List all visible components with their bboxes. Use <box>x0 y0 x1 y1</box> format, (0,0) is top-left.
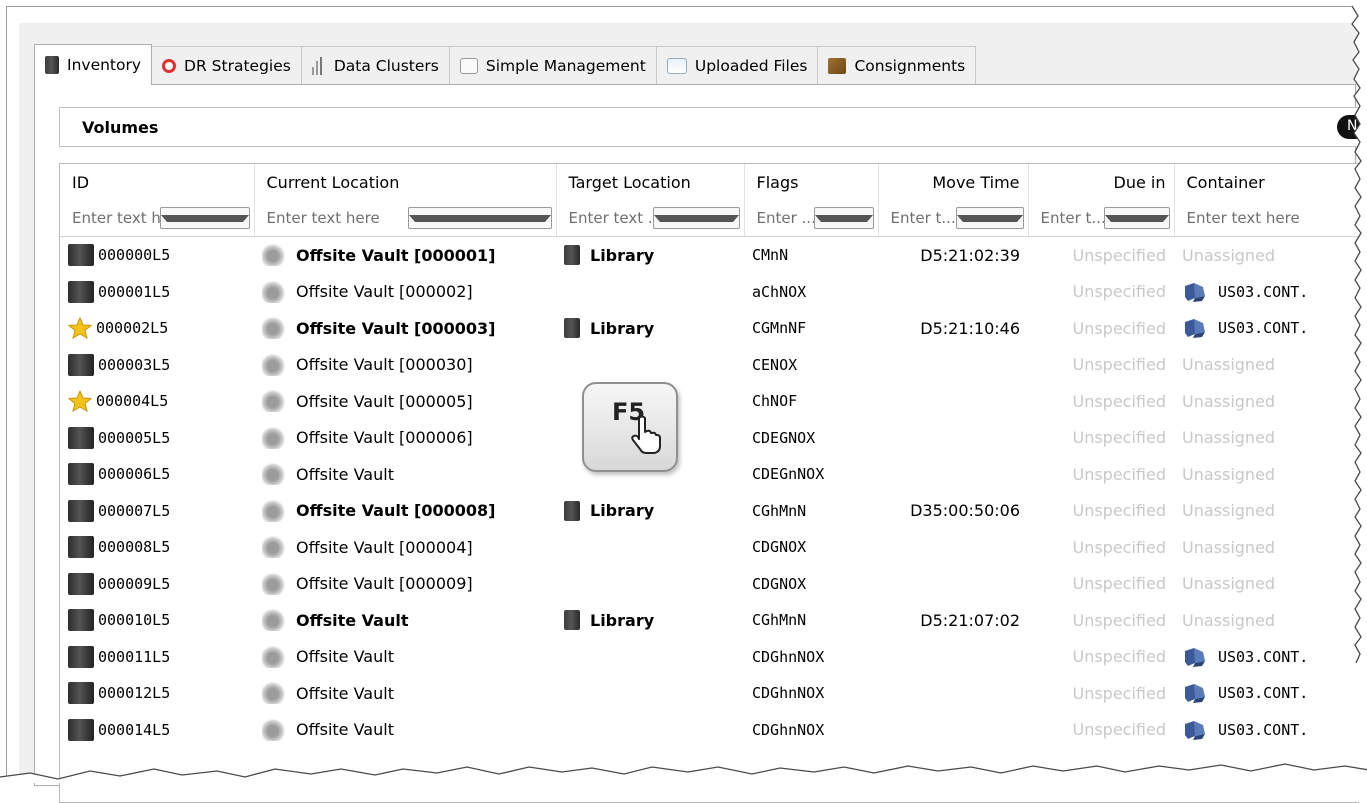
drive-icon <box>45 56 59 74</box>
torn-edge-overlay <box>0 0 1367 783</box>
tab-label: Inventory <box>67 56 142 74</box>
tab-inventory[interactable]: Inventory <box>34 44 153 85</box>
